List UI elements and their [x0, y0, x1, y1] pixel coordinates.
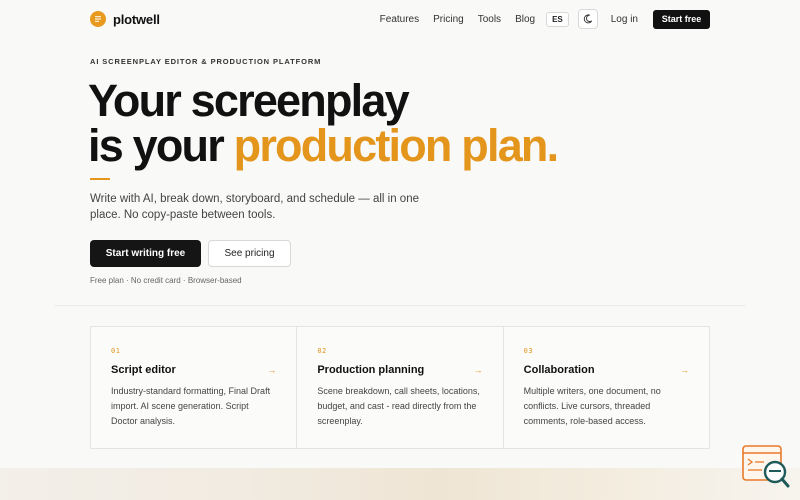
feature-title: Script editor: [111, 364, 176, 376]
start-free-button[interactable]: Start free: [653, 9, 710, 29]
nav-link-pricing[interactable]: Pricing: [433, 14, 464, 25]
feature-cards: 01 Script editor → Industry-standard for…: [90, 326, 710, 449]
headline-line-2-plain: is your: [88, 120, 234, 171]
feature-description: Industry-standard formatting, Final Draf…: [111, 386, 271, 426]
arrow-right-icon: →: [473, 365, 483, 375]
arrow-right-icon: →: [679, 365, 689, 375]
top-nav: plotwell Features Pricing Tools Blog ES …: [90, 8, 710, 30]
feature-number: 01: [111, 347, 121, 355]
headline-line-2-accent: production plan.: [233, 120, 559, 171]
feature-number: 03: [523, 347, 534, 355]
plotwell-logo-icon: [90, 11, 106, 27]
feature-description: Scene breakdown, call sheets, locations,…: [317, 386, 480, 426]
feature-number: 02: [317, 347, 327, 355]
arrow-right-icon: →: [267, 365, 277, 375]
help-widget[interactable]: [742, 445, 790, 490]
feature-card-script-editor[interactable]: 01 Script editor → Industry-standard for…: [91, 327, 296, 448]
section-divider: [54, 305, 746, 306]
nav-link-blog[interactable]: Blog: [515, 14, 535, 25]
moon-icon: [583, 14, 592, 24]
feature-description: Multiple writers, one document, no confl…: [523, 386, 661, 426]
feature-card-production-planning[interactable]: 02 Production planning → Scene breakdown…: [296, 327, 502, 448]
feature-card-collaboration[interactable]: 03 Collaboration → Multiple writers, one…: [502, 327, 709, 448]
start-writing-free-button[interactable]: Start writing free: [90, 240, 201, 267]
brand-name: plotwell: [113, 11, 160, 27]
language-toggle[interactable]: ES: [546, 11, 569, 27]
hero-headline: Your screenplay is your production plan.: [88, 75, 559, 171]
hero-subtitle: Write with AI, break down, storyboard, a…: [90, 193, 419, 221]
theme-toggle[interactable]: [577, 9, 598, 29]
feature-title: Collaboration: [523, 364, 595, 376]
nav-link-features[interactable]: Features: [380, 14, 419, 25]
login-link[interactable]: Log in: [611, 14, 638, 25]
chat-search-icon: [742, 445, 790, 488]
bottom-gradient: [0, 468, 800, 500]
brand[interactable]: plotwell: [90, 11, 160, 27]
accent-rule: [90, 178, 110, 180]
nav-right: Features Pricing Tools Blog ES Log in St…: [380, 9, 710, 29]
hero-note: Free plan · No credit card · Browser-bas…: [90, 276, 242, 285]
nav-link-tools[interactable]: Tools: [478, 14, 501, 25]
headline-line-1: Your screenplay: [88, 75, 410, 126]
see-pricing-button[interactable]: See pricing: [208, 240, 291, 267]
hero-eyebrow: AI SCREENPLAY EDITOR & PRODUCTION PLATFO…: [90, 57, 322, 66]
feature-title: Production planning: [317, 364, 425, 376]
